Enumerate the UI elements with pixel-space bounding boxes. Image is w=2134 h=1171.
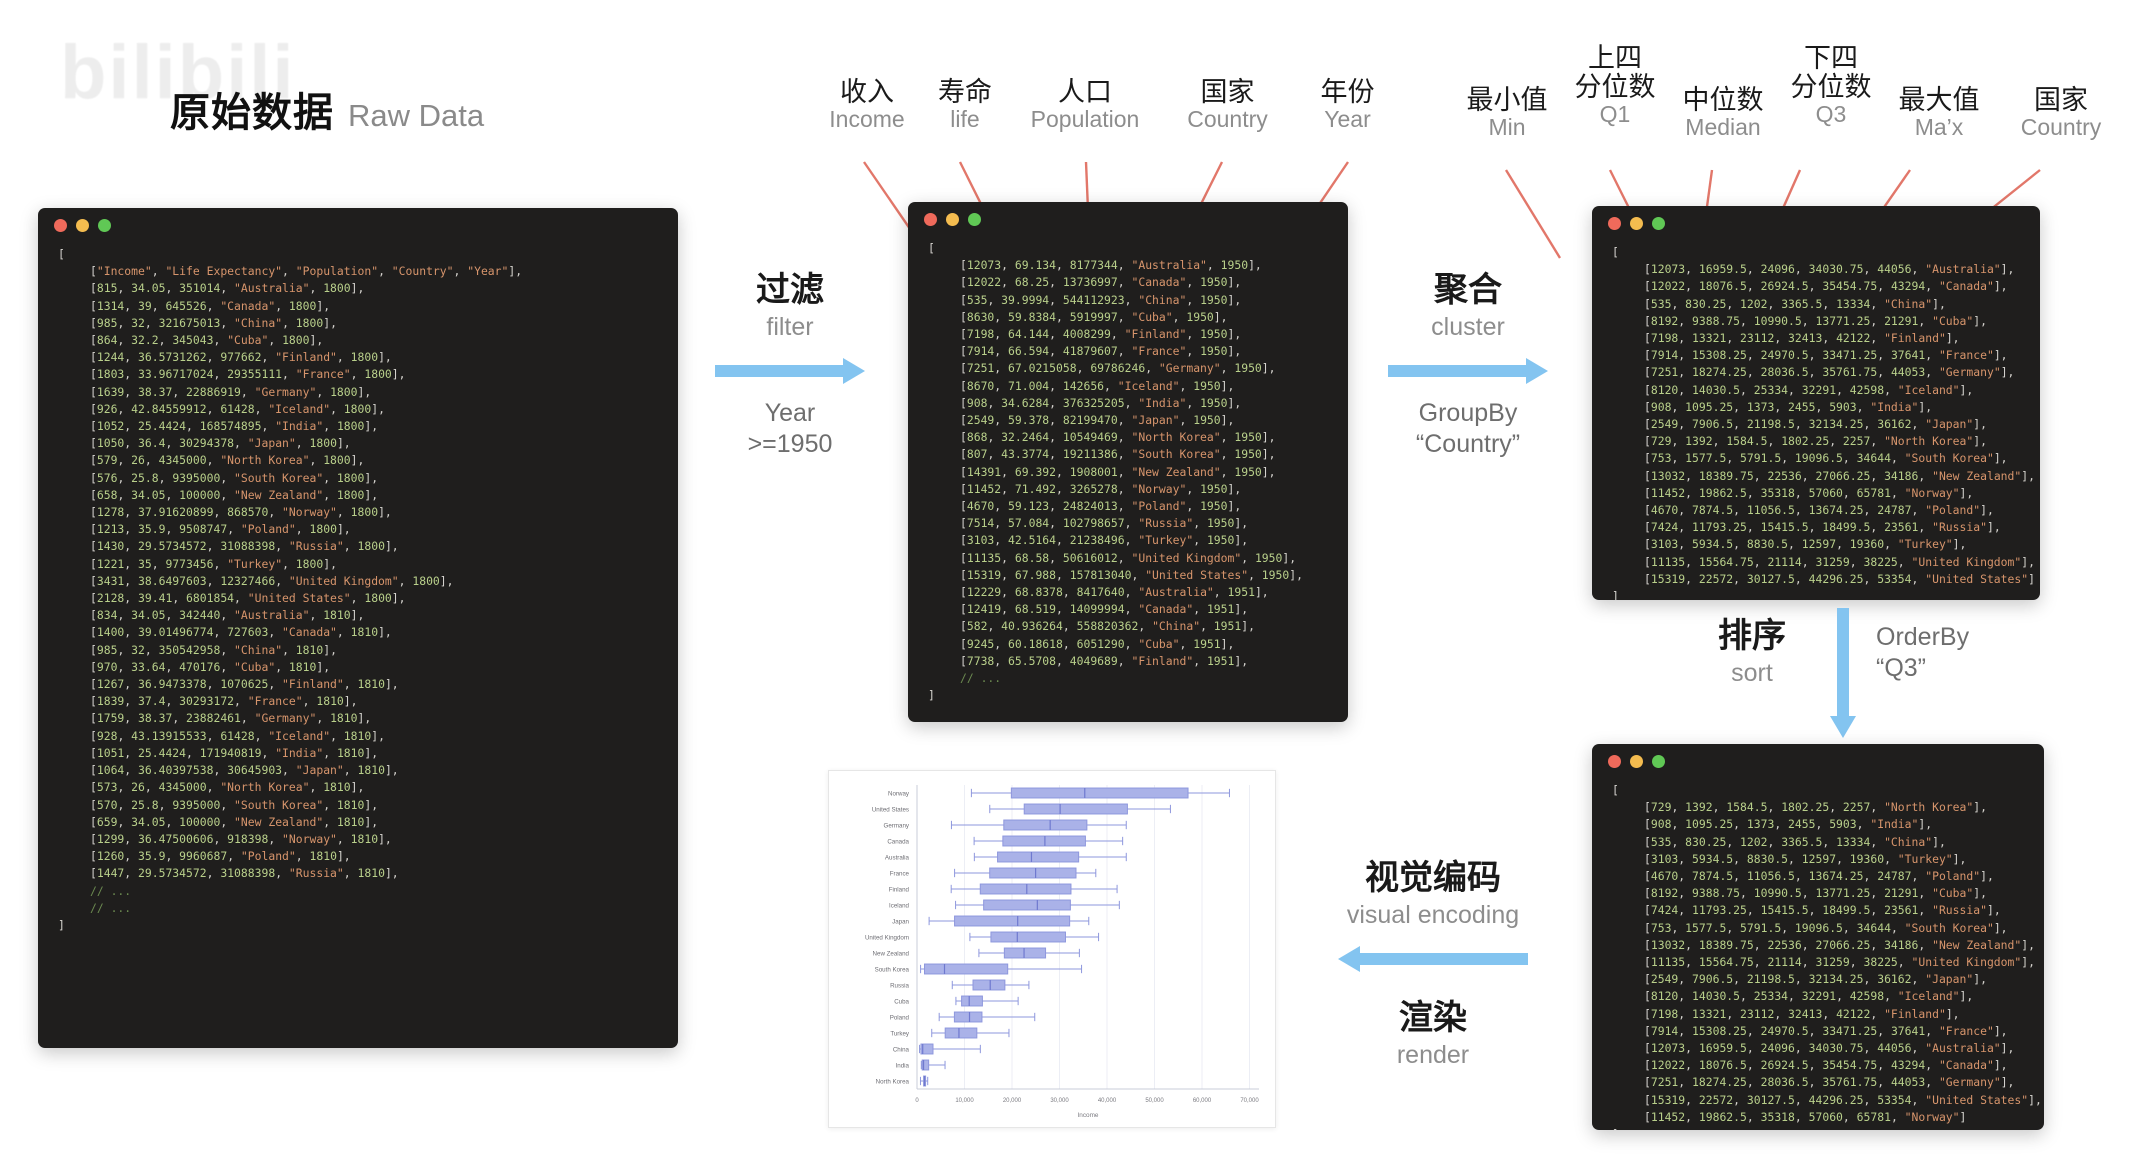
svg-text:Canada: Canada bbox=[887, 839, 909, 846]
code-block-aggregated: [[12073, 16959.5, 24096, 34030.75, 44056… bbox=[1612, 245, 2035, 600]
svg-text:Turkey: Turkey bbox=[890, 1031, 910, 1038]
svg-text:Finland: Finland bbox=[889, 887, 910, 894]
svg-text:Germany: Germany bbox=[884, 823, 910, 830]
minimize-icon[interactable] bbox=[76, 218, 89, 232]
arrow-down-sort bbox=[1830, 608, 1856, 738]
step-sort-detail-wrap: OrderBy “Q3” bbox=[1876, 622, 2086, 685]
svg-text:20,000: 20,000 bbox=[1003, 1098, 1022, 1104]
svg-text:Norway: Norway bbox=[888, 791, 910, 798]
code-block-raw: [["Income", "Life Expectancy", "Populati… bbox=[58, 247, 523, 932]
terminal-titlebar bbox=[908, 202, 1348, 236]
boxplot-chart: Norway United States Germany Canada Australi… bbox=[829, 771, 1275, 1127]
step-sort-detail: OrderBy “Q3” bbox=[1876, 623, 1970, 683]
page-title: 原始数据 Raw Data bbox=[170, 80, 484, 138]
callout-max: 最大值 Ma’x bbox=[1898, 85, 1980, 141]
terminal-filtered: [[12073, 69.134, 8177344, "Australia", 1… bbox=[908, 202, 1348, 722]
code-block-sorted: [[729, 1392, 1584.5, 1802.25, 2257, "Nor… bbox=[1612, 783, 2042, 1130]
close-icon[interactable] bbox=[1608, 754, 1621, 768]
close-icon[interactable] bbox=[54, 218, 67, 232]
arrow-left-render bbox=[1338, 946, 1528, 972]
svg-text:0: 0 bbox=[915, 1098, 919, 1104]
svg-text:South Korea: South Korea bbox=[875, 967, 910, 974]
svg-text:60,000: 60,000 bbox=[1193, 1098, 1212, 1104]
callout-q3: 下四 分位数 Q3 bbox=[1790, 43, 1872, 128]
step-visual-encoding: 视觉编码 visual encoding 渲染 render bbox=[1288, 850, 1578, 1070]
svg-text:India: India bbox=[896, 1063, 910, 1070]
svg-text:Poland: Poland bbox=[890, 1015, 910, 1022]
svg-text:Cuba: Cuba bbox=[894, 999, 909, 1006]
boxplot-chart-card: Norway United States Germany Canada Australi… bbox=[828, 770, 1276, 1128]
svg-text:France: France bbox=[890, 871, 910, 878]
svg-text:10,000: 10,000 bbox=[955, 1098, 974, 1104]
terminal-sorted: [[729, 1392, 1584.5, 1802.25, 2257, "Nor… bbox=[1592, 744, 2044, 1130]
callout-min: 最小值 Min bbox=[1466, 85, 1548, 141]
svg-text:Japan: Japan bbox=[892, 919, 909, 926]
terminal-titlebar bbox=[1592, 744, 2044, 778]
svg-text:70,000: 70,000 bbox=[1240, 1098, 1259, 1104]
arrow-right-cluster bbox=[1388, 358, 1548, 384]
svg-text:China: China bbox=[893, 1047, 910, 1054]
step-cluster-detail: GroupBy “Country” bbox=[1415, 399, 1521, 459]
svg-text:North Korea: North Korea bbox=[876, 1079, 910, 1086]
page-title-cn: 原始数据 bbox=[170, 91, 334, 135]
boxplot-svg: Norway United States Germany Canada Australi… bbox=[865, 785, 1259, 1119]
step-cluster: 聚合 cluster GroupBy “Country” bbox=[1358, 262, 1578, 461]
callout-year: 年份 Year bbox=[1320, 77, 1375, 133]
page-title-en: Raw Data bbox=[348, 98, 485, 133]
terminal-titlebar bbox=[1592, 206, 2040, 240]
close-icon[interactable] bbox=[1608, 216, 1621, 230]
minimize-icon[interactable] bbox=[1630, 754, 1643, 768]
minimize-icon[interactable] bbox=[1630, 216, 1643, 230]
svg-text:40,000: 40,000 bbox=[1098, 1098, 1117, 1104]
arrow-right-filter bbox=[715, 358, 865, 384]
close-icon[interactable] bbox=[924, 212, 937, 226]
maximize-icon[interactable] bbox=[98, 218, 111, 232]
maximize-icon[interactable] bbox=[1652, 754, 1665, 768]
callout-life: 寿命 life bbox=[938, 77, 992, 133]
svg-text:50,000: 50,000 bbox=[1145, 1098, 1164, 1104]
maximize-icon[interactable] bbox=[1652, 216, 1665, 230]
callout-population: 人口 Population bbox=[1030, 77, 1140, 133]
svg-text:United States: United States bbox=[872, 807, 909, 814]
diagram-canvas: bilibili 原始数据 Raw Data 收入 Income 寿命 life… bbox=[0, 0, 2134, 1171]
callout-country-agg: 国家 Country bbox=[2020, 85, 2102, 141]
callout-median: 中位数 Median bbox=[1682, 85, 1764, 141]
terminal-aggregated: [[12073, 16959.5, 24096, 34030.75, 44056… bbox=[1592, 206, 2040, 600]
minimize-icon[interactable] bbox=[946, 212, 959, 226]
maximize-icon[interactable] bbox=[968, 212, 981, 226]
svg-text:Income: Income bbox=[1078, 1112, 1099, 1119]
terminal-raw-data: [["Income", "Life Expectancy", "Populati… bbox=[38, 208, 678, 1048]
terminal-titlebar bbox=[38, 208, 678, 242]
code-block-filtered: [[12073, 69.134, 8177344, "Australia", 1… bbox=[928, 241, 1303, 703]
svg-text:Australia: Australia bbox=[885, 855, 910, 862]
svg-text:United Kingdom: United Kingdom bbox=[865, 935, 909, 942]
callout-income: 收入 Income bbox=[829, 77, 905, 133]
callout-country: 国家 Country bbox=[1187, 77, 1268, 133]
svg-text:Iceland: Iceland bbox=[889, 903, 910, 910]
step-filter-detail: Year >=1950 bbox=[747, 399, 833, 459]
callout-q1: 上四 分位数 Q1 bbox=[1574, 43, 1656, 128]
svg-text:30,000: 30,000 bbox=[1050, 1098, 1069, 1104]
svg-text:Russia: Russia bbox=[890, 983, 909, 990]
svg-text:New Zealand: New Zealand bbox=[873, 951, 910, 958]
step-filter: 过滤 filter Year >=1950 bbox=[700, 262, 880, 461]
step-sort: 排序 sort bbox=[1718, 617, 1786, 687]
